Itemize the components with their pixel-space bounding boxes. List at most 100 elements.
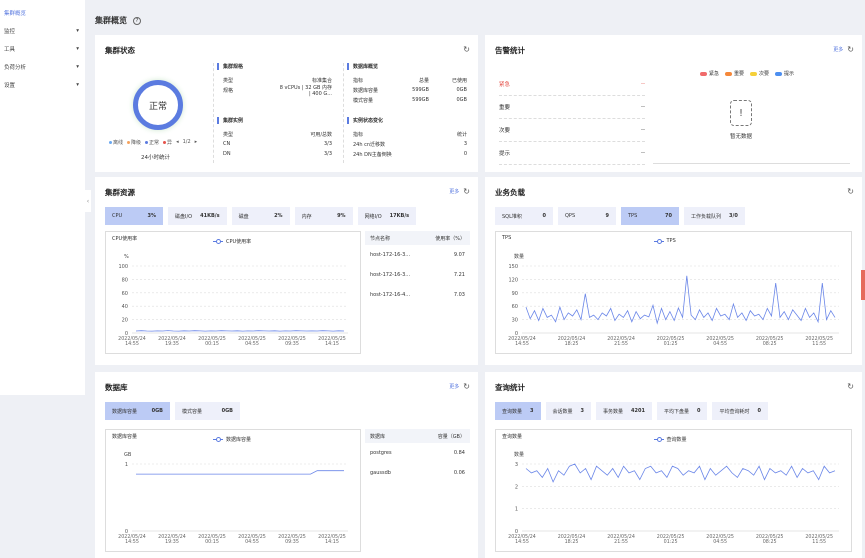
card-title: 集群资源 [105, 188, 135, 197]
table-cell: host-172-16-3... [370, 272, 411, 278]
refresh-icon[interactable]: ↻ [463, 382, 470, 391]
metric-tab[interactable]: 会话数量 3 [545, 402, 591, 420]
table-row[interactable]: postgres 0.84 [365, 443, 470, 463]
refresh-icon[interactable]: ↻ [847, 382, 854, 391]
info-row: CN 3/3 [217, 139, 332, 149]
refresh-icon[interactable]: ↻ [463, 187, 470, 196]
info-cell: 24h cn迁移数 [353, 141, 386, 148]
metric-value: 0 [757, 408, 761, 414]
legend-item[interactable]: 紧急 [700, 70, 719, 77]
sidebar-item[interactable]: 监控 ▾ [0, 22, 85, 40]
metric-tab[interactable]: 数据库容量 0GB [105, 402, 170, 420]
metric-label: 事务数量 [603, 408, 624, 415]
info-cell: 0GB [456, 87, 468, 93]
x-tick-time: 01:25 [664, 341, 678, 347]
metric-tab[interactable]: 事务数量 4201 [596, 402, 652, 420]
metric-value: 3/0 [729, 213, 738, 219]
refresh-icon[interactable]: ↻ [847, 45, 854, 54]
metric-tab[interactable]: 磁盘 2% [231, 207, 290, 225]
info-cell: 规格 [223, 87, 234, 94]
collapse-sidebar-button[interactable]: ‹ [85, 190, 91, 212]
instances-section: 集群实例 类型 可用/总数 CN 3/3 DN 3/3 [217, 117, 332, 159]
side-feedback-tab[interactable] [861, 270, 865, 300]
metric-tab[interactable]: 查询数量 3 [495, 402, 541, 420]
more-link[interactable]: 更多 [833, 46, 843, 53]
section-title: 集群规格 [217, 63, 332, 70]
metric-tab[interactable]: 平均查询耗时 0 [712, 402, 768, 420]
table-row[interactable]: host-172-16-4... 7.03 [365, 285, 470, 305]
metric-value: 3% [147, 213, 157, 219]
info-cell: 可用/总数 [310, 131, 332, 138]
metric-tab[interactable]: 网络I/O 17KB/s [357, 207, 417, 225]
chevron-down-icon: ▾ [76, 64, 79, 70]
metric-value: 3 [580, 408, 584, 414]
alarm-row[interactable]: 次要 -- [499, 119, 645, 142]
x-tick-label: 2022/05/25 08:25 [756, 336, 784, 347]
sidebar-item[interactable]: 工具 ▾ [0, 40, 85, 58]
empty-text: 暂无数据 [730, 134, 753, 140]
metric-tab[interactable]: QPS 9 [558, 207, 616, 225]
x-tick-time: 14:55 [125, 341, 139, 347]
y-tick-label: 40 [122, 304, 128, 310]
metric-tab[interactable]: TPS 70 [621, 207, 679, 225]
table-cell: postgres [370, 450, 392, 456]
metric-tab[interactable]: SQL堆积 0 [495, 207, 553, 225]
alarm-row[interactable]: 紧急 -- [499, 73, 645, 96]
next-page-icon[interactable]: ▸ [195, 139, 198, 146]
alarm-count: -- [641, 150, 645, 156]
metric-value: 3 [530, 408, 534, 414]
x-tick-time: 14:55 [125, 539, 139, 545]
chart-svg: 数量01232022/05/24 14:552022/05/24 18:252022… [508, 451, 839, 545]
card-title: 查询统计 [495, 383, 525, 392]
table-row[interactable]: host-172-16-3... 7.21 [365, 265, 470, 285]
legend-label: 次要 [759, 71, 770, 77]
section-title: 数据库概览 [347, 63, 467, 70]
sidebar-item[interactable]: 集群概览 [0, 4, 85, 22]
sidebar: 集群概览监控 ▾ 工具 ▾ 负荷分析 ▾ 设置 ▾ [0, 0, 85, 395]
alarm-row[interactable]: 重要 -- [499, 96, 645, 119]
legend-item[interactable]: 提示 [775, 70, 794, 77]
chart-svg: %0204060801002022/05/24 14:552022/05/24 19… [118, 254, 348, 347]
refresh-icon[interactable]: ↻ [463, 45, 470, 54]
alarm-row[interactable]: 提示 -- [499, 142, 645, 165]
sidebar-item[interactable]: 设置 ▾ [0, 76, 85, 94]
x-tick-time: 19:35 [165, 539, 179, 545]
metric-label: 磁盘I/O [175, 213, 193, 220]
metric-tab[interactable]: 内存 9% [294, 207, 353, 225]
section-title: 实例状态变化 [347, 117, 467, 124]
help-icon[interactable]: ? [133, 16, 141, 25]
metric-label: SQL堆积 [502, 213, 522, 220]
metric-tab[interactable]: 工作负载队列 3/0 [684, 207, 745, 225]
refresh-icon[interactable]: ↻ [847, 187, 854, 196]
metric-label: 会话数量 [552, 408, 573, 415]
data-table: 节点名称 使用率（%） host-172-16-3... 9.07 host-172-1… [365, 231, 470, 305]
sidebar-item-label: 监控 [4, 29, 16, 35]
more-link[interactable]: 更多 [449, 188, 459, 195]
table-row[interactable]: host-172-16-3... 9.07 [365, 245, 470, 265]
more-link[interactable]: 更多 [449, 383, 459, 390]
metric-tab[interactable]: 磁盘I/O 41KB/s [168, 207, 227, 225]
metric-value: 0GB [151, 408, 163, 414]
chevron-down-icon: ▾ [76, 28, 79, 34]
stat-period-label: 24小时统计 [141, 155, 170, 161]
sidebar-item[interactable]: 负荷分析 ▾ [0, 58, 85, 76]
legend-item[interactable]: 次要 [750, 70, 769, 77]
metric-label: CPU [112, 213, 123, 219]
legend-item[interactable]: 重要 [725, 70, 744, 77]
info-row: 类型 可用/总数 [217, 129, 332, 139]
x-tick-label: 2022/05/24 14:55 [508, 534, 536, 545]
x-tick-label: 2022/05/25 01:25 [657, 336, 685, 347]
metric-tab[interactable]: 平均下盘量 0 [656, 402, 708, 420]
legend-swatch [750, 71, 758, 76]
info-cell: 数据库容量 [353, 87, 379, 94]
metric-value: 17KB/s [389, 213, 410, 219]
metric-label: TPS [628, 213, 638, 219]
prev-page-icon[interactable]: ◂ [176, 139, 179, 146]
metric-tab[interactable]: CPU 3% [105, 207, 163, 225]
x-tick-time: 08:25 [763, 539, 777, 545]
dbsize-chart: 数据库容量 数据库容量 GB 0 1 2022/05/24 14:55 2022/05/24 1… [105, 429, 361, 552]
table-cell: host-172-16-3... [370, 252, 411, 258]
table-row[interactable]: gaussdb 0.06 [365, 463, 470, 483]
metric-tab[interactable]: 模式容量 0GB [175, 402, 240, 420]
y-tick-label: 120 [508, 277, 518, 283]
